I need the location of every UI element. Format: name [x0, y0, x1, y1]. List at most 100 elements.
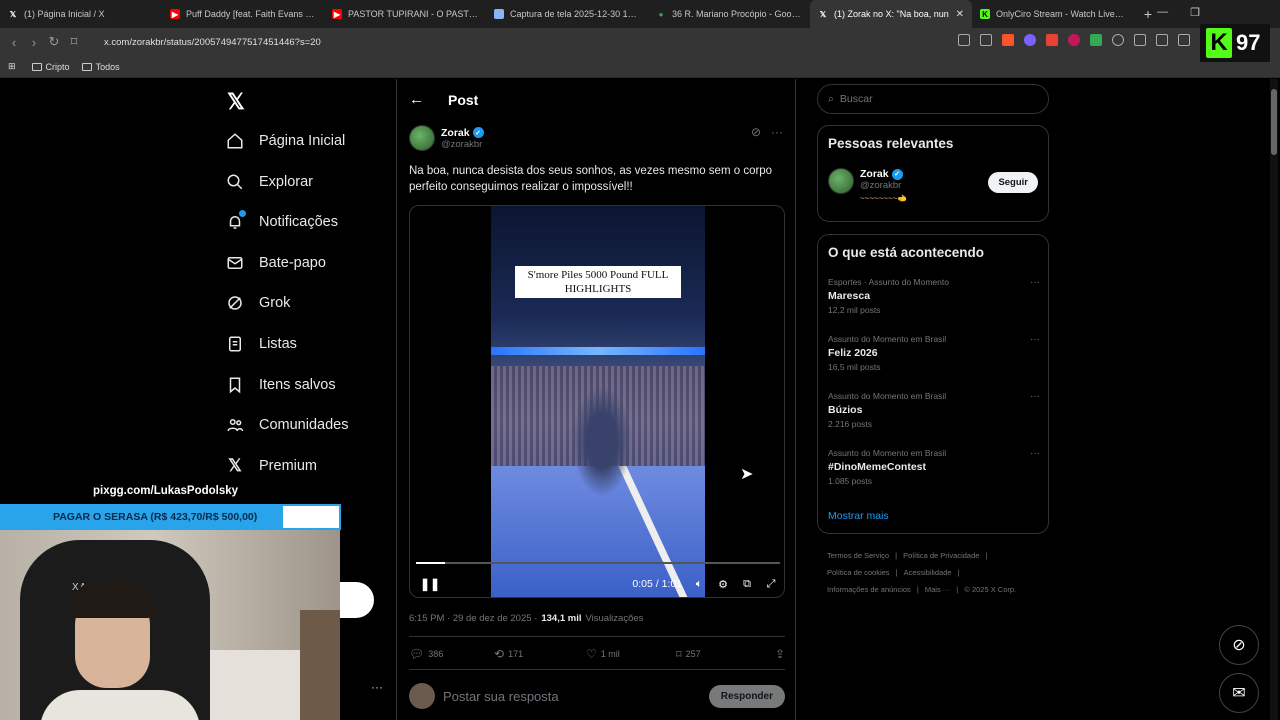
tab-captura[interactable]: Captura de tela 2025-12-30 172756 — [486, 0, 648, 28]
footer-link[interactable]: Política de Privacidade — [903, 551, 979, 560]
x-logo-icon[interactable]: 𝕏 — [227, 89, 245, 115]
back-icon[interactable]: ‹ — [4, 35, 24, 50]
repost-count: 171 — [508, 649, 524, 659]
media-icon[interactable] — [1156, 34, 1168, 46]
video-caption: S'more Piles 5000 Pound FULL HIGHLIGHTS — [515, 266, 681, 298]
more-options-icon[interactable]: ··· — [1030, 334, 1040, 345]
settings-icon[interactable]: ⚙ — [716, 577, 730, 591]
share-icon[interactable] — [980, 34, 992, 46]
scrollbar-thumb[interactable] — [1271, 89, 1277, 155]
folder-icon — [31, 62, 42, 71]
post-timestamp[interactable]: 6:15 PM · 29 de dez de 2025 · — [409, 613, 537, 624]
extension-icon[interactable] — [1046, 34, 1058, 46]
brave-shield-icon[interactable] — [1002, 34, 1014, 46]
more-options-icon[interactable]: ··· — [371, 680, 383, 694]
extension-icon[interactable] — [1112, 34, 1124, 46]
trend-context: Esportes · Assunto do Momento — [828, 277, 949, 287]
trend-item[interactable]: Assunto do Momento em Brasil #DinoMemeCo… — [828, 448, 1040, 486]
more-options-icon[interactable]: ··· — [771, 125, 783, 139]
volume-icon[interactable]: 🔈︎ — [692, 577, 706, 591]
footer-link[interactable]: Informações de anúncios — [827, 585, 911, 594]
nav-notifications[interactable]: Notificações — [225, 207, 338, 237]
more-options-icon[interactable]: ··· — [1030, 448, 1040, 459]
pause-icon[interactable]: ❚❚ — [420, 577, 440, 591]
nav-explore[interactable]: Explorar — [225, 167, 313, 197]
nav-home[interactable]: Página Inicial — [225, 126, 345, 156]
trend-topic: Búzios — [828, 404, 863, 416]
video-progress-fill — [416, 562, 446, 564]
apps-icon[interactable]: ⊞ — [8, 61, 16, 72]
close-tab-icon[interactable]: ✕ — [956, 9, 964, 20]
video-player[interactable]: S'more Piles 5000 Pound FULL HIGHLIGHTS … — [409, 205, 785, 598]
footer-link[interactable]: Termos de Serviço — [827, 551, 889, 560]
minimize-icon[interactable]: — — [1157, 6, 1168, 19]
grok-icon[interactable]: ⊘ — [751, 125, 761, 139]
tab-home-x[interactable]: 𝕏 (1) Página Inicial / X — [0, 0, 162, 28]
more-options-icon[interactable]: ··· — [1030, 391, 1040, 402]
post-author[interactable]: Zorak ✓ @zorakbr — [409, 125, 484, 151]
back-arrow-icon[interactable]: ← — [409, 91, 424, 108]
reply-composer: Postar sua resposta Responder — [409, 683, 785, 709]
tab-zorak-post[interactable]: 𝕏 (1) Zorak no X: "Na boa, nun ✕ — [810, 0, 972, 28]
footer-link[interactable]: Política de cookies — [827, 568, 890, 577]
maximize-icon[interactable]: ❐ — [1190, 6, 1200, 19]
forward-icon[interactable]: › — [24, 35, 44, 50]
install-icon[interactable] — [958, 34, 970, 46]
trend-item[interactable]: Assunto do Momento em Brasil Búzios 2.21… — [828, 391, 1040, 429]
fullscreen-icon[interactable]: ⤢ — [764, 577, 778, 591]
repost-icon: ⟲ — [494, 647, 505, 661]
nav-bookmarks[interactable]: Itens salvos — [225, 370, 336, 400]
tab-kick-stream[interactable]: K OnlyCiro Stream - Watch Live on Kic — [972, 0, 1134, 28]
tab-pastor[interactable]: ▶ PASTOR TUPIRANI - O PASTOR INCA — [324, 0, 486, 28]
like-stat[interactable]: ♡ 1 mil — [586, 647, 676, 661]
extension-icon[interactable] — [1068, 34, 1080, 46]
avatar[interactable] — [828, 168, 854, 194]
avatar — [409, 683, 435, 709]
extension-icon[interactable] — [1024, 34, 1036, 46]
more-options-icon[interactable]: ··· — [1030, 277, 1040, 288]
bookmark-stat[interactable]: ⌑ 257 — [676, 648, 766, 661]
reply-stat[interactable]: 💬︎ 386 — [409, 647, 494, 661]
bookmark-cripto[interactable]: Cripto — [31, 62, 70, 72]
reload-icon[interactable]: ↻ — [44, 34, 64, 50]
sidebar-icon[interactable] — [1178, 34, 1190, 46]
messages-float-button[interactable]: ✉ — [1219, 673, 1259, 713]
mail-icon — [225, 253, 245, 273]
trend-item[interactable]: Esportes · Assunto do Momento Maresca 12… — [828, 277, 1040, 315]
tab-google-maps[interactable]: ● 36 R. Mariano Procópio - Google M — [648, 0, 810, 28]
nav-grok[interactable]: Grok — [225, 288, 290, 318]
image-icon — [494, 9, 504, 19]
video-frame[interactable] — [491, 206, 705, 597]
nav-chat[interactable]: Bate-papo — [225, 248, 326, 278]
bookmark-page-icon[interactable]: ⌑ — [64, 34, 84, 50]
nav-premium[interactable]: 𝕏 Premium — [225, 451, 317, 481]
search-input[interactable]: ⌕ Buscar — [817, 84, 1049, 114]
nav-communities[interactable]: Comunidades — [225, 410, 348, 440]
puzzle-icon[interactable] — [1134, 34, 1146, 46]
grok-float-button[interactable]: ⊘ — [1219, 625, 1259, 665]
bookmark-todos[interactable]: Todos — [81, 62, 120, 72]
video-progress-bar[interactable] — [416, 562, 780, 564]
avatar[interactable] — [409, 125, 435, 151]
new-tab-button[interactable]: + — [1138, 6, 1158, 22]
reply-button[interactable]: Responder — [708, 684, 785, 708]
search-icon: ⌕ — [828, 92, 834, 105]
footer-link[interactable]: Mais ··· — [925, 585, 950, 594]
share-icon[interactable]: ⇪ — [775, 647, 785, 661]
url-field[interactable]: x.com/zorakbr/status/2005749477517451446… — [104, 37, 321, 48]
page-scrollbar[interactable] — [1270, 79, 1278, 720]
repost-stat[interactable]: ⟲ 171 — [494, 647, 586, 661]
tab-puff-daddy[interactable]: ▶ Puff Daddy [feat. Faith Evans & 112] — [162, 0, 324, 28]
footer-links: Termos de Serviço | Política de Privacida… — [827, 551, 1017, 594]
pip-icon[interactable]: ⧉ — [740, 577, 754, 591]
follow-button[interactable]: Seguir — [988, 172, 1038, 193]
footer-link[interactable]: Acessibilidade — [904, 568, 952, 577]
show-more-link[interactable]: Mostrar mais — [828, 510, 889, 522]
relevant-person[interactable]: Zorak ✓ @zorakbr ~~~~~~~~🫲 — [828, 168, 907, 203]
trend-topic: Feliz 2026 — [828, 347, 878, 359]
extension-icon[interactable] — [1090, 34, 1102, 46]
trend-count: 1.085 posts — [828, 476, 872, 486]
nav-lists[interactable]: Listas — [225, 329, 297, 359]
reply-input[interactable]: Postar sua resposta — [443, 689, 559, 704]
trend-item[interactable]: Assunto do Momento em Brasil Feliz 2026 … — [828, 334, 1040, 372]
